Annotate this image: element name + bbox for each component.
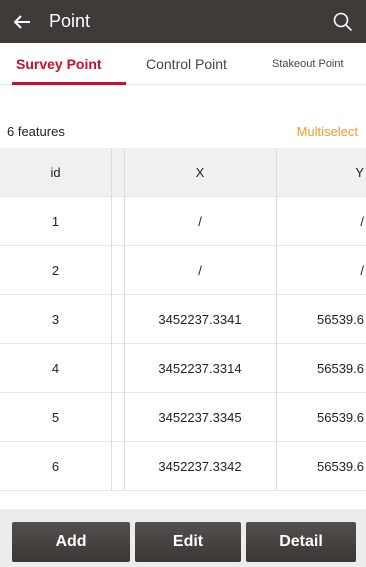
cell-y: 56539.6 [317, 458, 364, 474]
cell-x: 3452237.3314 [158, 360, 242, 376]
cell-id: 2 [51, 262, 60, 278]
cell-id: 5 [51, 409, 60, 425]
cell-y: 56539.6 [317, 311, 364, 327]
active-tab-indicator [12, 82, 126, 85]
arrow-left-icon [13, 14, 30, 29]
tab-stakeout-point[interactable]: Stakeout Point [272, 43, 344, 85]
feature-count: 6 features [7, 124, 65, 139]
cell-x: 3452237.3341 [158, 311, 242, 327]
page-title: Point [49, 11, 91, 31]
cell-y: / [360, 213, 364, 229]
tab-control-point[interactable]: Control Point [146, 43, 227, 85]
edit-button[interactable]: Edit [135, 522, 241, 562]
points-table: id X Y 1 / / 2 / / 3 3452237.3341 56539.… [0, 148, 366, 491]
cell-x: 3452237.3342 [158, 458, 242, 474]
header-x: X [195, 164, 205, 180]
cell-y: / [360, 262, 364, 278]
column-divider [124, 148, 125, 491]
tab-survey-point[interactable]: Survey Point [16, 43, 102, 85]
table-row[interactable]: 5 3452237.3345 56539.6 [0, 393, 366, 442]
table-row[interactable]: 1 / / [0, 197, 366, 246]
cell-id: 6 [51, 458, 60, 474]
action-bar: Add Edit Detail [0, 509, 366, 567]
back-button[interactable] [2, 0, 42, 43]
cell-id: 4 [51, 360, 60, 376]
table-header: id X Y [0, 148, 366, 197]
cell-x: 3452237.3345 [158, 409, 242, 425]
table-row[interactable]: 2 / / [0, 246, 366, 295]
search-icon [333, 12, 353, 32]
table-row[interactable]: 4 3452237.3314 56539.6 [0, 344, 366, 393]
cell-y: 56539.6 [317, 360, 364, 376]
cell-x: / [198, 262, 202, 278]
cell-id: 3 [51, 311, 60, 327]
tab-bar: Survey Point Control Point Stakeout Poin… [0, 43, 366, 85]
header-id: id [50, 164, 61, 180]
column-divider [111, 148, 112, 491]
cell-x: / [198, 213, 202, 229]
multiselect-button[interactable]: Multiselect [297, 124, 358, 139]
cell-id: 1 [51, 213, 60, 229]
table-row[interactable]: 3 3452237.3341 56539.6 [0, 295, 366, 344]
header-y: Y [355, 164, 364, 180]
detail-button[interactable]: Detail [246, 522, 356, 562]
info-bar: 6 features Multiselect [0, 116, 366, 146]
search-button[interactable] [332, 11, 354, 33]
app-bar: Point [0, 0, 366, 43]
add-button[interactable]: Add [12, 522, 130, 562]
column-divider [276, 148, 277, 491]
cell-y: 56539.6 [317, 409, 364, 425]
table-row[interactable]: 6 3452237.3342 56539.6 [0, 442, 366, 491]
